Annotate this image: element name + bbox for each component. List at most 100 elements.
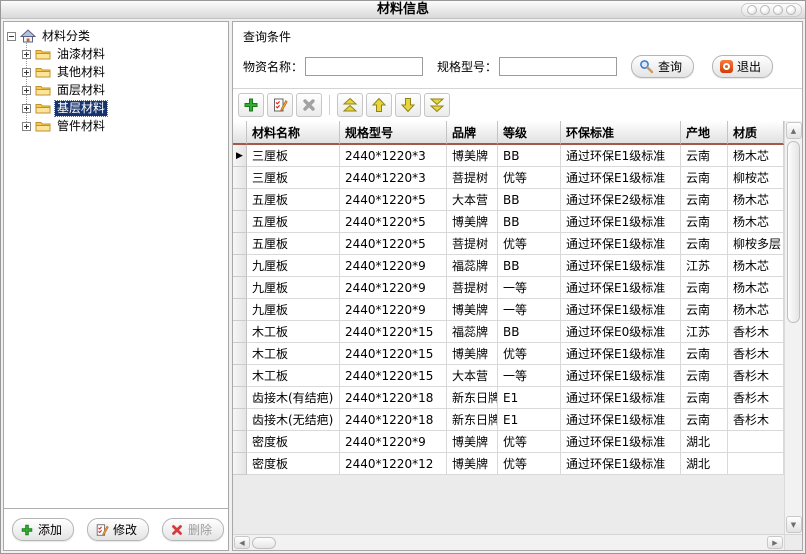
table-cell[interactable]: 通过环保E1级标准 [561, 233, 681, 255]
table-cell[interactable]: 优等 [498, 431, 561, 453]
expand-box-icon[interactable] [22, 68, 31, 77]
toolbar-move-top-button[interactable] [337, 93, 363, 117]
table-cell[interactable]: 香杉木 [728, 409, 784, 431]
table-cell[interactable]: 菩提树 [447, 277, 498, 299]
table-cell[interactable]: 湖北 [681, 453, 728, 475]
table-cell[interactable]: 杨木芯 [728, 211, 784, 233]
tree-item-other-materials[interactable]: 其他材料 [22, 63, 225, 81]
table-row[interactable]: 密度板 2440*1220*9 博美牌 优等 通过环保E1级标准 湖北 [233, 431, 784, 453]
table-cell[interactable]: 通过环保E1级标准 [561, 299, 681, 321]
table-cell[interactable]: 2440*1220*18 [340, 409, 447, 431]
table-row[interactable]: 九厘板 2440*1220*9 菩提树 一等 通过环保E1级标准 云南 杨木芯 [233, 277, 784, 299]
table-cell[interactable]: 新东日牌 [447, 409, 498, 431]
table-cell[interactable]: 通过环保E1级标准 [561, 211, 681, 233]
vertical-scrollbar-thumb[interactable] [787, 141, 800, 323]
window-control-4-icon[interactable] [786, 5, 796, 15]
table-cell[interactable]: 云南 [681, 145, 728, 167]
tree-item-label[interactable]: 面层材料 [55, 83, 107, 98]
table-cell[interactable]: 云南 [681, 189, 728, 211]
table-cell[interactable] [728, 453, 784, 475]
table-cell[interactable]: 2440*1220*3 [340, 145, 447, 167]
table-cell[interactable]: 通过环保E1级标准 [561, 365, 681, 387]
table-cell[interactable]: 香杉木 [728, 321, 784, 343]
tree-item-label[interactable]: 管件材料 [55, 119, 107, 134]
table-cell[interactable]: 大本营 [447, 189, 498, 211]
table-cell[interactable]: 新东日牌 [447, 387, 498, 409]
table-cell[interactable]: 九厘板 [247, 277, 340, 299]
table-cell[interactable]: 2440*1220*9 [340, 277, 447, 299]
table-cell[interactable]: 云南 [681, 211, 728, 233]
table-cell[interactable]: 通过环保E1级标准 [561, 277, 681, 299]
table-cell[interactable]: 江苏 [681, 321, 728, 343]
toolbar-add-button[interactable] [238, 93, 264, 117]
table-cell[interactable]: 2440*1220*5 [340, 233, 447, 255]
edit-button[interactable]: 修改 [87, 518, 149, 541]
tree-item-pipe-materials[interactable]: 管件材料 [22, 117, 225, 135]
table-cell[interactable]: 五厘板 [247, 211, 340, 233]
table-cell[interactable]: 云南 [681, 365, 728, 387]
material-name-input[interactable] [305, 57, 423, 76]
scroll-down-icon[interactable]: ▼ [786, 516, 802, 533]
column-header[interactable]: 材质 [728, 121, 784, 145]
table-cell[interactable]: BB [498, 145, 561, 167]
table-cell[interactable]: 香杉木 [728, 343, 784, 365]
table-cell[interactable]: 通过环保E1级标准 [561, 387, 681, 409]
delete-button[interactable]: 删除 [162, 518, 224, 541]
table-cell[interactable]: 2440*1220*9 [340, 255, 447, 277]
table-cell[interactable]: 密度板 [247, 453, 340, 475]
table-cell[interactable]: 博美牌 [447, 211, 498, 233]
table-row[interactable]: 九厘板 2440*1220*9 福蕊牌 BB 通过环保E1级标准 江苏 杨木芯 [233, 255, 784, 277]
toolbar-move-up-button[interactable] [366, 93, 392, 117]
table-cell[interactable]: 福蕊牌 [447, 255, 498, 277]
table-cell[interactable]: 云南 [681, 409, 728, 431]
table-cell[interactable]: 江苏 [681, 255, 728, 277]
table-cell[interactable]: 博美牌 [447, 343, 498, 365]
table-row[interactable]: 木工板 2440*1220*15 博美牌 优等 通过环保E1级标准 云南 香杉木 [233, 343, 784, 365]
tree-item-surface-materials[interactable]: 面层材料 [22, 81, 225, 99]
table-cell[interactable]: 一等 [498, 365, 561, 387]
table-row[interactable]: 九厘板 2440*1220*9 博美牌 一等 通过环保E1级标准 云南 杨木芯 [233, 299, 784, 321]
toolbar-move-down-button[interactable] [395, 93, 421, 117]
toolbar-delete-button[interactable] [296, 93, 322, 117]
column-header[interactable]: 产地 [681, 121, 728, 145]
table-cell[interactable]: BB [498, 255, 561, 277]
table-cell[interactable]: 齿接木(无结疤) [247, 409, 340, 431]
table-cell[interactable]: 柳桉多层 [728, 233, 784, 255]
tree-item-base-materials[interactable]: 基层材料 [22, 99, 225, 117]
table-cell[interactable]: 2440*1220*9 [340, 431, 447, 453]
table-cell[interactable]: 通过环保E1级标准 [561, 343, 681, 365]
table-cell[interactable]: 杨木芯 [728, 255, 784, 277]
table-cell[interactable]: 博美牌 [447, 431, 498, 453]
table-cell[interactable]: 三厘板 [247, 145, 340, 167]
scroll-left-icon[interactable]: ◀ [234, 536, 250, 549]
table-cell[interactable]: 2440*1220*18 [340, 387, 447, 409]
table-cell[interactable]: 杨木芯 [728, 189, 784, 211]
column-header[interactable]: 等级 [498, 121, 561, 145]
window-control-1-icon[interactable] [747, 5, 757, 15]
table-cell[interactable]: 一等 [498, 299, 561, 321]
table-row[interactable]: 齿接木(无结疤) 2440*1220*18 新东日牌 E1 通过环保E1级标准 … [233, 409, 784, 431]
expand-box-icon[interactable] [22, 50, 31, 59]
table-cell[interactable]: 柳桉芯 [728, 167, 784, 189]
table-cell[interactable] [728, 431, 784, 453]
table-row[interactable]: 三厘板 2440*1220*3 菩提树 优等 通过环保E1级标准 云南 柳桉芯 [233, 167, 784, 189]
expand-box-icon[interactable] [22, 122, 31, 131]
window-control-3-icon[interactable] [773, 5, 783, 15]
add-button[interactable]: 添加 [12, 518, 74, 541]
table-cell[interactable]: E1 [498, 387, 561, 409]
table-cell[interactable]: 杨木芯 [728, 277, 784, 299]
table-cell[interactable]: BB [498, 321, 561, 343]
table-cell[interactable]: 通过环保E1级标准 [561, 453, 681, 475]
table-cell[interactable]: 2440*1220*3 [340, 167, 447, 189]
scroll-up-icon[interactable]: ▲ [786, 122, 802, 139]
horizontal-scrollbar-thumb[interactable] [252, 537, 276, 549]
table-row[interactable]: 齿接木(有结疤) 2440*1220*18 新东日牌 E1 通过环保E1级标准 … [233, 387, 784, 409]
table-row[interactable]: 五厘板 2440*1220*5 菩提树 优等 通过环保E1级标准 云南 柳桉多层 [233, 233, 784, 255]
table-cell[interactable]: 通过环保E1级标准 [561, 167, 681, 189]
table-cell[interactable]: 九厘板 [247, 299, 340, 321]
table-cell[interactable]: 2440*1220*9 [340, 299, 447, 321]
table-cell[interactable]: 香杉木 [728, 387, 784, 409]
table-cell[interactable]: 2440*1220*5 [340, 211, 447, 233]
column-header[interactable]: 环保标准 [561, 121, 681, 145]
table-cell[interactable]: 2440*1220*15 [340, 343, 447, 365]
